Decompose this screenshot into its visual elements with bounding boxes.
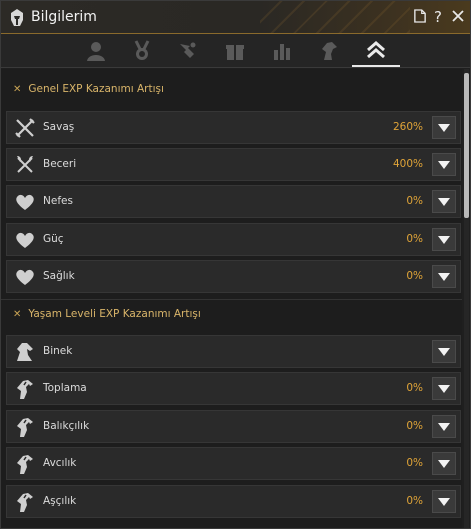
section-title: Yaşam Leveli EXP Kazanımı Artışı: [28, 308, 201, 320]
life-skill-icon: [14, 453, 36, 475]
chevron-down-icon: [438, 459, 450, 468]
medal-icon: [134, 39, 150, 60]
horse-icon: [14, 341, 36, 363]
row-value: 0%: [406, 495, 423, 507]
content-panel: ✕ Genel EXP Kazanımı Artışı Savaş 260% B…: [1, 69, 462, 528]
tab-gift[interactable]: [211, 34, 259, 67]
heart-icon: [14, 266, 36, 288]
tab-pet[interactable]: [164, 34, 212, 67]
row-label: Nefes: [43, 195, 73, 207]
row-value: 0%: [406, 233, 423, 245]
expand-button[interactable]: [432, 415, 456, 438]
expand-button[interactable]: [432, 452, 456, 475]
section-header-life: ✕ Yaşam Leveli EXP Kazanımı Artışı: [1, 303, 462, 325]
row-nefes[interactable]: Nefes 0%: [6, 185, 461, 218]
horse-head-icon: [322, 41, 337, 60]
pet-icon: [180, 42, 196, 58]
chevron-down-icon: [438, 197, 450, 206]
row-label: Beceri: [43, 158, 77, 170]
section-divider: [1, 299, 462, 300]
row-value: 0%: [406, 457, 423, 469]
row-label: Güç: [43, 233, 64, 245]
expand-button[interactable]: [432, 116, 456, 139]
row-value: 0%: [406, 420, 423, 432]
close-icon[interactable]: [451, 9, 465, 25]
row-label: Toplama: [43, 382, 87, 394]
row-label: Balıkçılık: [43, 420, 90, 432]
tab-bar: [1, 34, 470, 68]
expand-button[interactable]: [432, 340, 456, 363]
row-avcilik[interactable]: Avcılık 0%: [6, 447, 461, 480]
row-balikcilik[interactable]: Balıkçılık 0%: [6, 410, 461, 443]
info-window: Bilgilerim ? ✕ Genel EXP Kazanımı Artışı…: [0, 0, 471, 529]
row-saglik[interactable]: Sağlık 0%: [6, 260, 461, 293]
crossed-swords-icon: [14, 117, 36, 139]
chevron-down-icon: [438, 123, 450, 132]
stats-bars-icon: [274, 43, 290, 60]
row-binek[interactable]: Binek: [6, 335, 461, 368]
row-ascilik[interactable]: Aşçılık 0%: [6, 485, 461, 518]
row-value: 0%: [406, 270, 423, 282]
chevron-down-icon: [438, 272, 450, 281]
life-skill-icon: [14, 416, 36, 438]
section-marker-icon: ✕: [13, 83, 22, 95]
expand-button[interactable]: [432, 490, 456, 513]
row-label: Avcılık: [43, 457, 77, 469]
life-skill-icon: [14, 378, 36, 400]
row-value: 0%: [406, 195, 423, 207]
section-header-general: ✕ Genel EXP Kazanımı Artışı: [1, 78, 462, 100]
chevron-down-icon: [438, 160, 450, 169]
help-icon[interactable]: ?: [431, 9, 445, 25]
heart-icon: [14, 191, 36, 213]
scrollbar-thumb[interactable]: [464, 73, 469, 218]
tab-profile[interactable]: [72, 34, 120, 67]
tab-rank-up[interactable]: [352, 34, 400, 67]
row-beceri[interactable]: Beceri 400%: [6, 148, 461, 181]
title-bar[interactable]: Bilgilerim ?: [1, 1, 470, 34]
document-icon[interactable]: [413, 9, 427, 25]
profile-icon: [87, 41, 105, 61]
section-title: Genel EXP Kazanımı Artışı: [28, 83, 164, 95]
chevron-down-icon: [438, 384, 450, 393]
warrior-helmet-icon: [8, 8, 26, 28]
gift-icon: [226, 44, 244, 60]
expand-button[interactable]: [432, 228, 456, 251]
tab-horse[interactable]: [305, 34, 353, 67]
row-guc[interactable]: Güç 0%: [6, 223, 461, 256]
row-toplama[interactable]: Toplama 0%: [6, 372, 461, 405]
row-label: Sağlık: [43, 270, 75, 282]
row-savas[interactable]: Savaş 260%: [6, 111, 461, 144]
row-label: Aşçılık: [43, 495, 77, 507]
crossed-axes-icon: [14, 154, 36, 176]
chevron-down-icon: [438, 497, 450, 506]
life-skill-icon: [14, 491, 36, 513]
row-value: 400%: [392, 158, 423, 170]
expand-button[interactable]: [432, 153, 456, 176]
window-title: Bilgilerim: [31, 9, 97, 25]
tab-stats[interactable]: [258, 34, 306, 67]
section-marker-icon: ✕: [13, 308, 22, 320]
title-decoration: [260, 1, 410, 34]
tab-medal[interactable]: [118, 34, 166, 67]
chevron-down-icon: [438, 422, 450, 431]
chevron-down-icon: [438, 347, 450, 356]
expand-button[interactable]: [432, 377, 456, 400]
row-label: Savaş: [43, 121, 75, 133]
rank-up-icon: [367, 40, 385, 58]
expand-button[interactable]: [432, 190, 456, 213]
heart-icon: [14, 229, 36, 251]
row-value: 0%: [406, 382, 423, 394]
row-value: 260%: [392, 121, 423, 133]
chevron-down-icon: [438, 235, 450, 244]
expand-button[interactable]: [432, 265, 456, 288]
row-label: Binek: [43, 345, 73, 357]
